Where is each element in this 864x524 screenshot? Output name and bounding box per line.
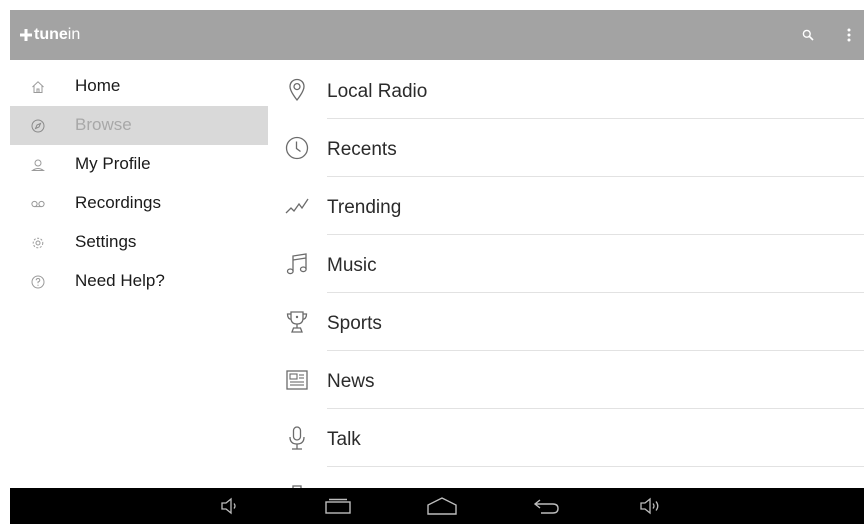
home-nav-icon: [427, 497, 457, 515]
sidebar-item-recordings[interactable]: Recordings: [10, 184, 268, 223]
list-item-label: Music: [327, 255, 377, 276]
sidebar-item-need-help[interactable]: Need Help?: [10, 262, 268, 301]
logo-text-in: in: [67, 26, 81, 43]
app-bar: tune in: [10, 10, 864, 60]
list-item-recents[interactable]: Recents: [268, 119, 864, 177]
recent-apps-icon: [325, 498, 351, 514]
search-icon: [802, 29, 814, 41]
list-item-label: Trending: [327, 197, 402, 218]
home-icon: [32, 81, 44, 93]
recordings-icon: [31, 200, 45, 208]
list-item-music[interactable]: Music: [268, 235, 864, 293]
sidebar-item-settings[interactable]: Settings: [10, 223, 268, 262]
list-item-label: News: [327, 371, 375, 392]
back-button[interactable]: [530, 494, 562, 518]
navigation-drawer: Home Browse My Profile Recordings Settin…: [10, 60, 268, 488]
list-item-talk[interactable]: Talk: [268, 409, 864, 467]
list-item-label: Sports: [327, 313, 382, 334]
list-item-local-radio[interactable]: Local Radio: [268, 61, 864, 119]
volume-up-icon: [640, 497, 659, 515]
microphone-icon: [289, 426, 305, 450]
sidebar-item-label: Recordings: [75, 193, 161, 212]
list-item-label: Talk: [327, 429, 361, 450]
list-item-partial[interactable]: [268, 467, 864, 488]
search-button[interactable]: [798, 25, 818, 45]
volume-down-icon: [221, 497, 236, 515]
location-pin-icon: [289, 78, 305, 102]
sidebar-item-label: Home: [75, 76, 121, 95]
sidebar-item-label: Settings: [75, 232, 137, 251]
more-vert-icon: [847, 28, 851, 42]
list-item-label: Recents: [327, 139, 397, 160]
list-item-label: Local Radio: [327, 81, 428, 102]
help-icon: [31, 275, 45, 289]
sidebar-item-label: Browse: [75, 115, 132, 134]
overflow-menu-button[interactable]: [839, 25, 859, 45]
profile-icon: [30, 159, 46, 171]
system-navigation-bar: [10, 488, 864, 524]
logo-text-tune: tune: [34, 26, 68, 43]
trending-icon: [285, 198, 309, 214]
settings-icon: [32, 237, 44, 249]
tunein-plus-icon: [20, 29, 32, 41]
list-item-sports[interactable]: Sports: [268, 293, 864, 351]
sidebar-item-label: Need Help?: [75, 271, 165, 290]
compass-icon: [31, 119, 45, 133]
volume-up-button[interactable]: [634, 494, 666, 518]
browse-list: Local Radio Recents Trending Music Sport…: [268, 60, 864, 488]
home-nav-button[interactable]: [426, 494, 458, 518]
list-item-trending[interactable]: Trending: [268, 177, 864, 235]
sidebar-item-my-profile[interactable]: My Profile: [10, 145, 268, 184]
trophy-icon: [286, 311, 308, 333]
sidebar-item-label: My Profile: [75, 154, 151, 173]
newspaper-icon: [286, 370, 308, 390]
status-strip: [0, 0, 864, 10]
music-note-icon: [286, 253, 307, 275]
volume-down-button[interactable]: [214, 494, 246, 518]
sidebar-item-browse[interactable]: Browse: [10, 106, 268, 145]
clock-icon: [285, 136, 309, 160]
back-icon: [533, 499, 559, 514]
recent-apps-button[interactable]: [322, 494, 354, 518]
list-item-news[interactable]: News: [268, 351, 864, 409]
tunein-logo[interactable]: tune in: [20, 25, 80, 45]
sidebar-item-home[interactable]: Home: [10, 67, 268, 106]
